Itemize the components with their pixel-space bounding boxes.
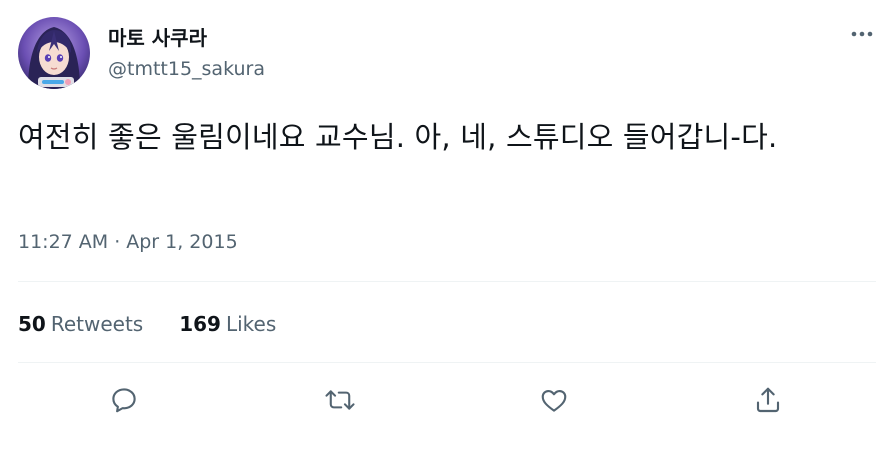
- retweet-icon: [325, 390, 355, 410]
- timestamp-separator: ·: [114, 231, 121, 253]
- author-info: 마토 사쿠라 @tmtt15_sakura: [108, 25, 265, 81]
- tweet-text: 여전히 좋은 울림이네요 교수님. 아, 네, 스튜디오 들어갑니-다.: [18, 120, 778, 154]
- author-handle[interactable]: @tmtt15_sakura: [108, 57, 265, 81]
- likes-label: Likes: [225, 312, 277, 336]
- reply-button[interactable]: [104, 380, 144, 420]
- divider-top: [18, 281, 876, 282]
- more-horizontal-icon: [851, 31, 873, 37]
- retweets-stat[interactable]: 50 Retweets: [18, 311, 143, 337]
- avatar[interactable]: [18, 17, 90, 89]
- likes-stat[interactable]: 169 Likes: [179, 311, 276, 337]
- share-icon: [756, 387, 780, 413]
- share-button[interactable]: [748, 380, 788, 420]
- tweet-date: Apr 1, 2015: [126, 231, 238, 253]
- retweet-button[interactable]: [320, 380, 360, 420]
- more-options-button[interactable]: [846, 23, 878, 45]
- action-bar: [0, 380, 894, 420]
- heart-icon: [541, 389, 567, 412]
- tweet-time: 11:27 AM: [18, 231, 109, 253]
- divider-bottom: [18, 362, 876, 363]
- like-button[interactable]: [534, 380, 574, 420]
- likes-count: 169: [179, 312, 221, 336]
- engagement-stats: 50 Retweets 169 Likes: [18, 311, 276, 337]
- retweets-label: Retweets: [50, 312, 144, 336]
- retweets-count: 50: [18, 312, 46, 336]
- tweet-timestamp[interactable]: 11:27 AM · Apr 1, 2015: [18, 230, 238, 254]
- author-display-name[interactable]: 마토 사쿠라: [108, 25, 265, 51]
- reply-icon: [112, 388, 136, 413]
- tweet-detail: 마토 사쿠라 @tmtt15_sakura 여전히 좋은 울림이네요 교수님. …: [0, 0, 894, 454]
